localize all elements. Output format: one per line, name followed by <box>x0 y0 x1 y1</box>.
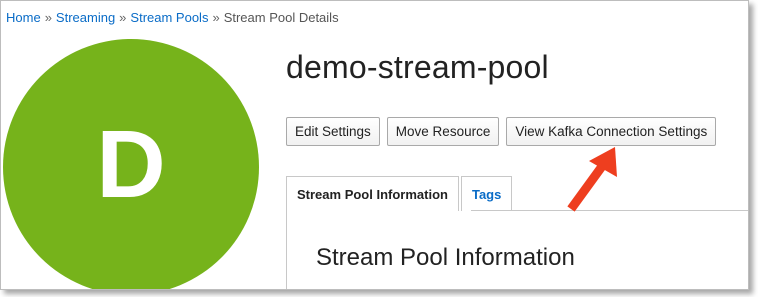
screenshot-frame: Home» Streaming» Stream Pools» Stream Pool … <box>0 0 749 290</box>
move-resource-button[interactable]: Move Resource <box>386 117 500 146</box>
tab-stream-pool-information[interactable]: Stream Pool Information <box>286 176 459 211</box>
breadcrumb-home-link[interactable]: Home <box>6 10 41 25</box>
tab-bar: Stream Pool Information Tags <box>286 175 514 211</box>
breadcrumb: Home» Streaming» Stream Pools» Stream Pool … <box>6 10 339 25</box>
resource-avatar: D <box>3 39 259 289</box>
breadcrumb-separator: » <box>212 10 220 25</box>
tab-tags[interactable]: Tags <box>460 176 513 211</box>
breadcrumb-stream-pools-link[interactable]: Stream Pools <box>130 10 208 25</box>
page-title: demo-stream-pool <box>286 49 549 85</box>
breadcrumb-separator: » <box>44 10 52 25</box>
edit-settings-button[interactable]: Edit Settings <box>286 117 380 146</box>
arrow-shaft <box>567 162 607 212</box>
breadcrumb-separator: » <box>119 10 127 25</box>
breadcrumb-streaming-link[interactable]: Streaming <box>56 10 115 25</box>
action-bar: Edit Settings Move Resource View Kafka C… <box>286 117 717 146</box>
avatar-letter: D <box>96 111 166 218</box>
red-arrow-icon <box>567 147 617 212</box>
breadcrumb-current: Stream Pool Details <box>223 10 339 25</box>
panel-title: Stream Pool Information <box>316 244 575 271</box>
